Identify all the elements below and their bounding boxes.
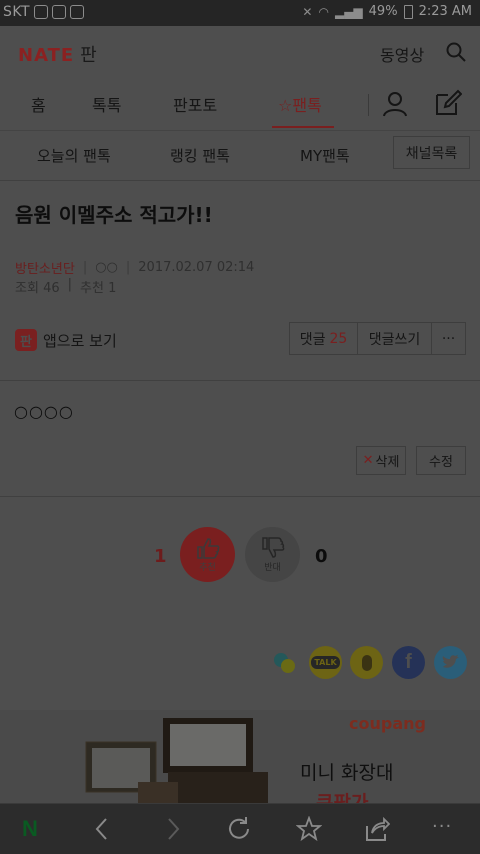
comments-button[interactable]: 댓글 25 [290, 323, 358, 354]
tab-fantalk-label: 팬톡 [292, 96, 322, 115]
search-icon[interactable] [446, 42, 466, 62]
thumbs-up-icon [196, 537, 219, 559]
post-author[interactable]: 방탄소년단 [15, 258, 75, 277]
vanity-case-image [85, 718, 268, 803]
share-icon[interactable] [364, 816, 390, 842]
post-meta: 방탄소년단 | ○○ | 2017.02.07 02:14 [15, 258, 254, 277]
sim-icon [52, 5, 66, 19]
edit-button[interactable]: 수정 [416, 446, 466, 475]
divider [0, 496, 480, 497]
channel-list-button[interactable]: 채널목록 [393, 136, 470, 169]
upvote-count: 1 [154, 546, 167, 567]
subtab-today[interactable]: 오늘의 팬톡 [37, 145, 111, 166]
meta-separator: | [82, 260, 88, 275]
views-label: 조회 [15, 281, 39, 296]
battery-icon [403, 4, 413, 19]
facebook-icon: f [405, 651, 412, 673]
pann-app-icon: 판 [15, 329, 37, 351]
ad-banner[interactable]: coupang 미니 화장대 쿠팡가 [0, 710, 480, 803]
ad-brand-logo: coupang [349, 714, 426, 733]
upvote-button[interactable]: 추천 [180, 527, 235, 582]
post-body: ○○○○ [14, 402, 74, 421]
downvote-label: 반대 [264, 562, 281, 573]
video-link[interactable]: 동영상 [380, 42, 424, 66]
tab-fantalk[interactable]: ☆팬톡 [278, 92, 322, 116]
write-comment-button[interactable]: 댓글쓰기 [358, 323, 432, 354]
comments-count: 25 [329, 330, 348, 347]
refresh-icon[interactable] [226, 816, 252, 842]
user-icon[interactable] [383, 91, 407, 117]
ad-headline: 미니 화장대 [300, 762, 394, 784]
tab-home[interactable]: 홈 [31, 92, 46, 116]
tab-panphoto[interactable]: 판포토 [173, 92, 217, 116]
close-icon: ✕ [362, 453, 374, 468]
share-generic-button[interactable] [268, 646, 301, 679]
comments-label: 댓글 [299, 331, 326, 348]
ad-subline: 쿠팡가 [316, 792, 369, 803]
main-nav: 홈 톡톡 판포토 ☆팬톡 [0, 78, 480, 131]
logo-sub: 판 [80, 45, 98, 66]
downvote-count: 0 [315, 546, 328, 567]
recommend-label: 추천 [80, 281, 104, 296]
divider [0, 380, 480, 381]
calendar-icon [70, 5, 84, 19]
app-view-link[interactable]: 판 앱으로 보기 [15, 329, 117, 351]
bookmark-star-icon[interactable] [296, 816, 322, 842]
post-title: 음원 이멜주소 적고가!! [15, 203, 213, 227]
header: NATE 판 동영상 [0, 26, 480, 78]
delete-button[interactable]: ✕ 삭제 [356, 446, 406, 475]
share-facebook-button[interactable]: f [392, 646, 425, 679]
forward-icon[interactable] [160, 816, 186, 842]
share-twitter-button[interactable] [434, 646, 467, 679]
sub-nav: 오늘의 팬톡 랭킹 팬톡 MY팬톡 채널목록 [0, 130, 480, 181]
meta-separator: | [125, 260, 131, 275]
delete-label: 삭제 [375, 455, 400, 470]
subtab-my[interactable]: MY팬톡 [300, 145, 350, 166]
subtab-ranking[interactable]: 랭킹 팬톡 [170, 145, 230, 166]
nav-divider [368, 94, 369, 116]
kakaostory-icon [361, 654, 372, 671]
naver-home-icon[interactable]: N [22, 816, 48, 842]
thumbs-down-icon [261, 536, 284, 558]
back-icon[interactable] [89, 816, 115, 842]
comment-actions: 댓글 25 댓글쓰기 ··· [289, 322, 466, 355]
meta-separator: | [67, 277, 72, 292]
share-kakaotalk-button[interactable]: TALK [309, 646, 342, 679]
kakaotalk-icon: TALK [311, 656, 340, 669]
signal-icon: ▂▄▆ [334, 4, 363, 19]
message-icon [34, 5, 48, 19]
carrier-label: SKT [3, 4, 31, 20]
nate-logo[interactable]: NATE 판 [18, 41, 98, 67]
logo-text: NATE [18, 45, 75, 66]
post-date: 2017.02.07 02:14 [138, 260, 255, 275]
views-count: 46 [43, 281, 60, 296]
wifi-icon: ◠ [318, 4, 329, 19]
twitter-icon [442, 655, 459, 668]
active-tab-indicator [272, 126, 334, 128]
browser-bottom-bar: N ··· [0, 803, 480, 854]
mute-icon: ✕ [302, 4, 313, 19]
share-kakaostory-button[interactable] [350, 646, 383, 679]
post-user: ○○ [95, 260, 118, 275]
battery-percent: 49% [368, 4, 398, 19]
tab-toktok[interactable]: 톡톡 [92, 92, 121, 116]
share-bubbles-icon [273, 652, 295, 673]
upvote-label: 추천 [199, 562, 216, 573]
more-button[interactable]: ··· [432, 323, 465, 354]
write-icon[interactable] [434, 89, 462, 117]
post-stats: 조회 46 | 추천 1 [15, 277, 116, 296]
more-menu-icon[interactable]: ··· [432, 816, 462, 842]
status-bar: SKT ✕ ◠ ▂▄▆ 49% 2:23 AM [0, 0, 480, 26]
clock: 2:23 AM [418, 4, 472, 19]
app-view-label: 앱으로 보기 [43, 331, 117, 350]
page: NATE 판 동영상 홈 톡톡 판포토 ☆팬톡 오늘의 팬톡 랭킹 팬톡 MY팬톡… [0, 26, 480, 803]
recommend-count: 1 [108, 281, 117, 296]
downvote-button[interactable]: 반대 [245, 527, 300, 582]
star-icon: ☆ [278, 96, 293, 115]
